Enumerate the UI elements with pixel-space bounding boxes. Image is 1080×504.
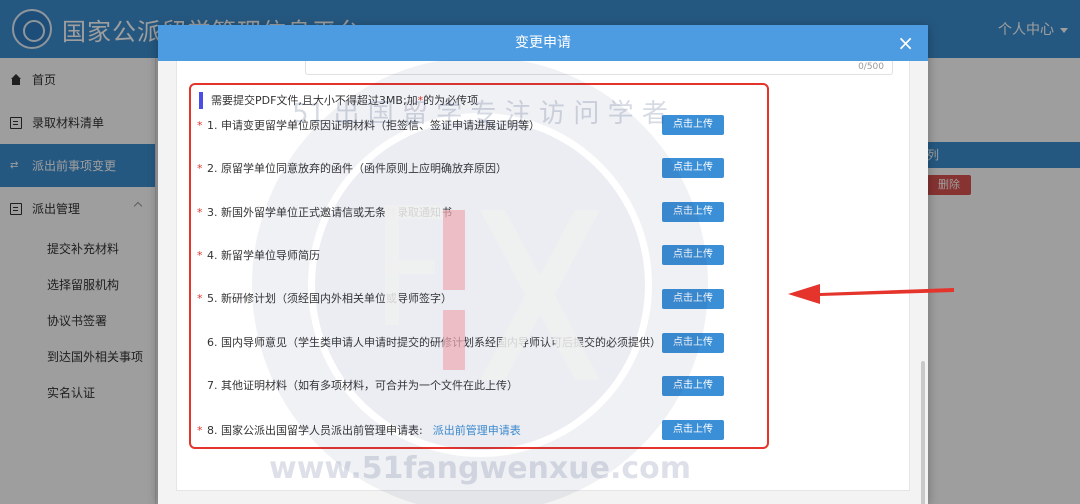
application-form-link[interactable]: 派出前管理申请表: [433, 422, 521, 438]
required-star: *: [197, 161, 203, 175]
upload-button[interactable]: 点击上传: [662, 289, 724, 309]
upload-button[interactable]: 点击上传: [662, 115, 724, 135]
requirement-text: 7. 其他证明材料（如有多项材料，可合并为一个文件在此上传）: [207, 379, 518, 392]
requirement-text: 3. 新国外留学单位正式邀请信或无条件录取通知书: [207, 206, 452, 219]
upload-button[interactable]: 点击上传: [662, 420, 724, 440]
required-star: *: [197, 205, 203, 219]
change-request-modal: 变更申请 × 0/500 需要提交PDF文件,且大小不得超过3MB;加 * 的为…: [158, 25, 928, 504]
requirement-text: 5. 新研修计划（须经国内外相关单位或导师签字）: [207, 292, 452, 305]
modal-scrollbar[interactable]: [921, 361, 925, 504]
modal-title: 变更申请: [515, 35, 571, 51]
requirement-text: 1. 申请变更留学单位原因证明材料（拒签信、签证申请进展证明等）: [207, 119, 540, 132]
requirements-highlight-box: 需要提交PDF文件,且大小不得超过3MB;加 * 的为必传项 * 1. 申请变更…: [189, 83, 769, 449]
upload-button[interactable]: 点击上传: [662, 158, 724, 178]
requirement-text: 6. 国内导师意见（学生类申请人申请时提交的研修计划系经国内导师认可后提交的必须…: [207, 336, 661, 349]
notice-prefix: 需要提交PDF文件,且大小不得超过3MB;加: [211, 94, 418, 107]
notice-bar: [199, 91, 203, 109]
requirement-text: 8. 国家公派出国留学人员派出前管理申请表:: [207, 424, 423, 437]
notice-suffix: 的为必传项: [423, 94, 479, 107]
upload-notice: 需要提交PDF文件,且大小不得超过3MB;加 * 的为必传项: [199, 91, 478, 109]
upload-button[interactable]: 点击上传: [662, 333, 724, 353]
required-star: *: [197, 291, 203, 305]
requirement-text: 2. 原留学单位同意放弃的函件（函件原则上应明确放弃原因）: [207, 162, 507, 175]
required-star: *: [197, 248, 203, 262]
close-icon[interactable]: ×: [897, 25, 914, 61]
required-star: *: [197, 423, 203, 437]
required-star: *: [197, 118, 203, 132]
upload-button[interactable]: 点击上传: [662, 376, 724, 396]
modal-header: 变更申请 ×: [158, 25, 928, 61]
annotation-arrow-icon: [788, 284, 954, 304]
char-counter: 0/500: [858, 62, 884, 72]
upload-button[interactable]: 点击上传: [662, 245, 724, 265]
upload-button[interactable]: 点击上传: [662, 202, 724, 222]
requirement-text: 4. 新留学单位导师简历: [207, 249, 320, 262]
reason-textarea[interactable]: 0/500: [305, 61, 893, 75]
